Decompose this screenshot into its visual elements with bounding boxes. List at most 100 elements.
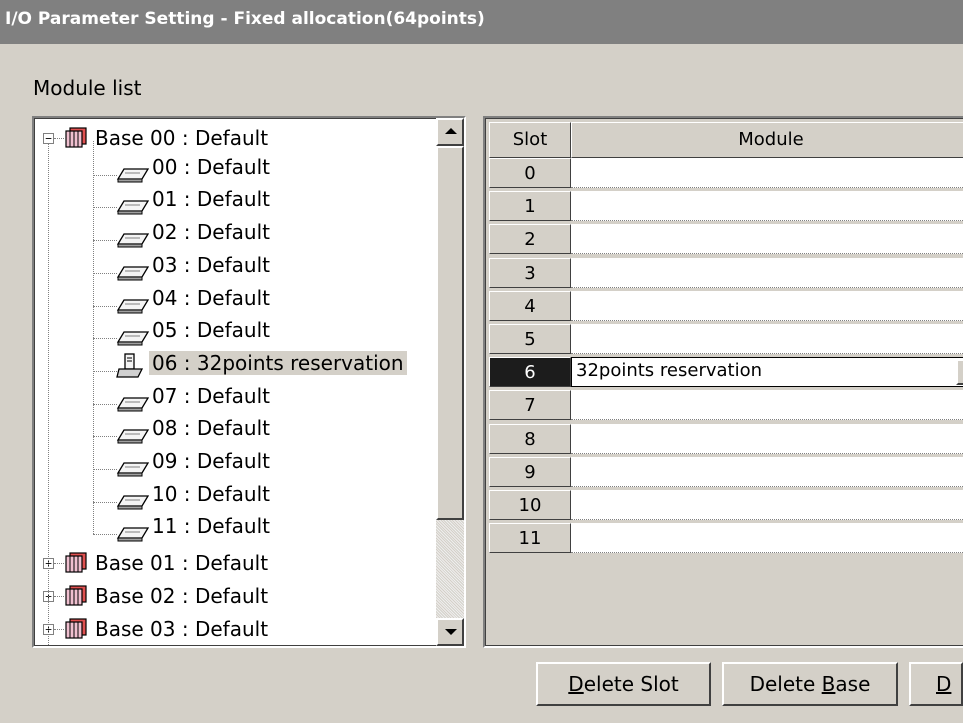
scroll-thumb[interactable] [436,146,464,520]
slot-module-grid[interactable]: Slot Module 0 1 2 3 4 5 6 32points reservation 7… [483,116,963,648]
module-icon [116,527,150,542]
tree-slot-label: 08 : Default [152,416,270,440]
base-icon [65,585,87,606]
slot-row-header[interactable]: 2 [489,224,571,254]
tree-connector [93,534,117,535]
tree-connector [93,371,117,372]
slot-row-header[interactable]: 10 [489,490,571,520]
module-select[interactable]: 32points reservation [571,357,963,387]
tree-connector [93,240,117,241]
delete-base-mnemonic: B [821,672,836,696]
collapse-icon[interactable]: − [43,133,54,144]
slot-row-header[interactable]: 3 [489,258,571,288]
module-cell[interactable] [571,291,963,321]
tree-slot-item[interactable]: 05 : Default [149,315,273,345]
tree-connector [93,338,117,339]
tree-connector [93,436,117,437]
tree-connector [54,138,64,139]
tree-base-label: Base 00 : Default [95,126,269,150]
tree-slot-item[interactable]: 11 : Default [149,511,273,541]
module-icon [116,299,150,314]
module-cell[interactable] [571,191,963,221]
slot-row-header[interactable]: 8 [489,424,571,454]
module-tree[interactable]: − Base 00 : Default 00 : Default 01 : De… [32,116,466,648]
delete-slot-label: elete Slot [583,672,679,696]
dropdown-button[interactable] [956,359,963,385]
module-select-value: 32points reservation [576,360,763,381]
module-icon [116,168,150,183]
tree-slot-label: 00 : Default [152,155,270,179]
tree-slot-label: 09 : Default [152,449,270,473]
tree-base-item[interactable]: Base 00 : Default [92,123,271,153]
tree-connector [93,502,117,503]
arrow-up-icon [445,128,457,134]
partial-offscreen-button[interactable]: D [909,662,963,706]
slot-row-header[interactable]: 9 [489,457,571,487]
delete-base-button[interactable]: Delete Base [722,662,898,706]
delete-base-label-end: ase [835,672,871,696]
tree-slot-label: 10 : Default [152,482,270,506]
tree-connector [54,629,64,630]
module-cell[interactable] [571,523,963,553]
reservation-icon [116,353,144,378]
tree-slot-label: 07 : Default [152,384,270,408]
tree-slot-item[interactable]: 10 : Default [149,479,273,509]
tree-connector [93,469,117,470]
tree-connector [93,140,94,535]
base-icon [65,127,87,148]
scroll-down-button[interactable] [436,618,464,646]
tree-vertical-scrollbar[interactable] [436,118,464,646]
module-cell[interactable] [571,457,963,487]
module-cell[interactable] [571,390,963,420]
slot-row-header[interactable]: 1 [489,191,571,221]
module-cell[interactable] [571,224,963,254]
slot-row-header[interactable]: 0 [489,158,571,188]
tree-slot-item[interactable]: 09 : Default [149,446,273,476]
module-icon [116,462,150,477]
tree-connector [93,175,117,176]
tree-slot-item[interactable]: 08 : Default [149,413,273,443]
module-icon [116,495,150,510]
tree-slot-label: 11 : Default [152,514,270,538]
tree-slot-item[interactable]: 07 : Default [149,381,273,411]
tree-connector [93,306,117,307]
slot-row-header[interactable]: 5 [489,324,571,354]
tree-slot-item[interactable]: 06 : 32points reservation [149,348,407,378]
window-title-bar[interactable]: I/O Parameter Setting - Fixed allocation… [0,0,963,44]
window-title: I/O Parameter Setting - Fixed allocation… [5,9,485,29]
tree-connector [48,144,49,646]
tree-slot-item[interactable]: 03 : Default [149,250,273,280]
module-icon [116,266,150,281]
module-column-header[interactable]: Module [571,122,963,158]
module-cell[interactable] [571,490,963,520]
tree-base-item[interactable]: Base 02 : Default [92,581,271,611]
slot-row-header[interactable]: 6 [489,357,571,387]
tree-base-item[interactable]: Base 01 : Default [92,548,271,578]
delete-slot-button[interactable]: Delete Slot [536,662,711,706]
tree-slot-label: 05 : Default [152,318,270,342]
tree-connector [54,563,64,564]
module-cell[interactable] [571,424,963,454]
tree-slot-item[interactable]: 01 : Default [149,184,273,214]
tree-slot-item[interactable]: 04 : Default [149,283,273,313]
tree-connector [54,596,64,597]
module-cell[interactable] [571,258,963,288]
base-icon [65,618,87,639]
module-cell[interactable] [571,158,963,188]
tree-slot-label: 06 : 32points reservation [149,351,407,375]
module-cell[interactable] [571,324,963,354]
tree-slot-label: 03 : Default [152,253,270,277]
tree-slot-item[interactable]: 02 : Default [149,217,273,247]
scroll-up-button[interactable] [436,118,464,146]
slot-row-header[interactable]: 11 [489,523,571,553]
tree-base-item[interactable]: Base 03 : Default [92,614,271,644]
tree-connector [93,404,117,405]
tree-slot-item[interactable]: 00 : Default [149,152,273,182]
slot-column-header[interactable]: Slot [489,122,571,158]
partial-button-mnemonic: D [936,672,952,696]
slot-row-header[interactable]: 4 [489,291,571,321]
slot-row-header[interactable]: 7 [489,390,571,420]
tree-connector [93,273,117,274]
tree-base-label: Base 03 : Default [95,617,269,641]
module-list-label: Module list [33,76,142,100]
